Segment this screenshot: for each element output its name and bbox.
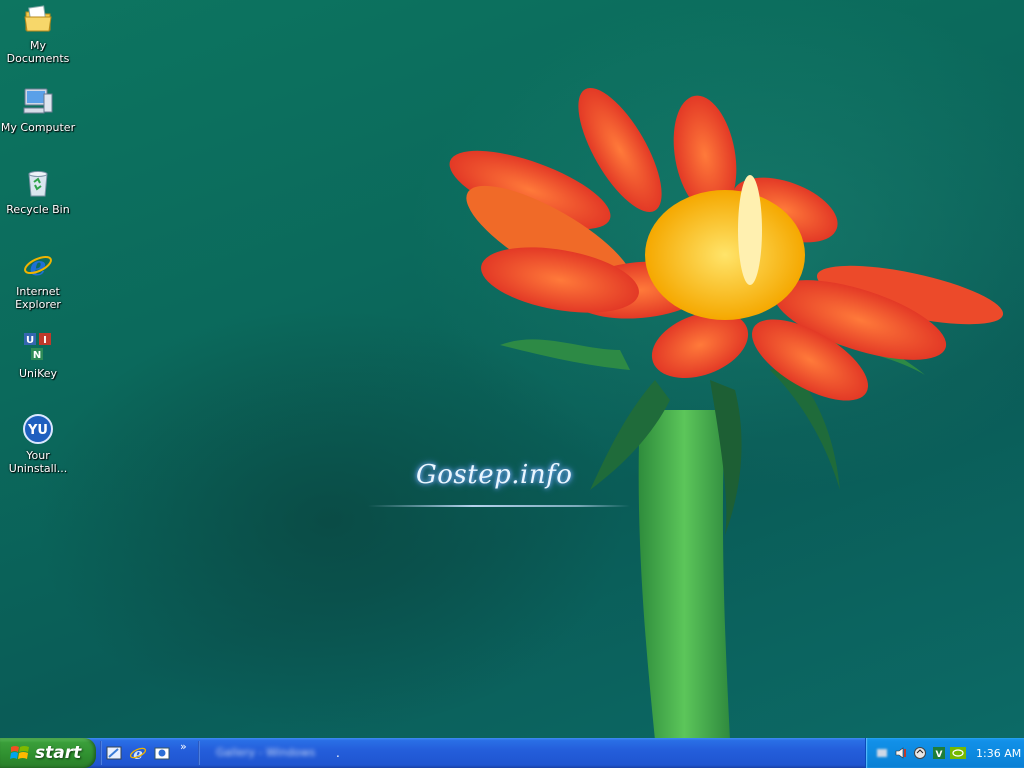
svg-text:e: e (133, 745, 143, 762)
system-tray: V 1:36 AM (865, 738, 1024, 768)
taskbar-separator (198, 741, 200, 765)
quick-launch-overflow-button[interactable]: » (180, 740, 187, 753)
desktop-icon-label: My Documents (6, 39, 70, 65)
desktop-icon-label: UniKey (18, 367, 58, 380)
my-computer-icon (21, 84, 55, 118)
wallpaper-flower-image (449, 87, 1004, 738)
your-uninstaller-icon: YU (21, 412, 55, 446)
desktop-icon-my-documents[interactable]: My Documents (0, 2, 76, 65)
wallpaper-watermark-text: Gostep.info (416, 460, 573, 490)
internet-explorer-icon[interactable]: e (128, 743, 148, 763)
desktop[interactable]: Gostep.info My Documents My Computer Rec… (0, 0, 1024, 738)
taskbar-separator (100, 741, 102, 765)
outlook-express-icon[interactable] (152, 743, 172, 763)
desktop-icon-label: Your Uninstall... (8, 449, 68, 475)
windows-logo-icon (10, 746, 29, 759)
system-clock[interactable]: 1:36 AM (976, 747, 1021, 760)
taskbar-window-button[interactable]: Gallery - Windows (206, 741, 336, 765)
desktop-icon-label: Internet Explorer (15, 285, 61, 311)
taskbar-dot: . (336, 746, 340, 760)
start-label: start (35, 743, 82, 763)
desktop-icon-my-computer[interactable]: My Computer (0, 84, 76, 134)
svg-text:V: V (936, 750, 943, 760)
desktop-icon-recycle-bin[interactable]: Recycle Bin (0, 166, 76, 216)
desktop-icon-unikey[interactable]: U I N UniKey (0, 330, 76, 380)
show-desktop-icon[interactable] (104, 743, 124, 763)
my-documents-icon (21, 2, 55, 36)
nvidia-icon[interactable] (950, 745, 966, 761)
unikey-icon: U I N (21, 330, 55, 364)
network-icon[interactable] (874, 745, 890, 761)
svg-text:N: N (33, 350, 41, 361)
start-button[interactable]: start (0, 738, 96, 768)
svg-text:U: U (26, 335, 34, 346)
recycle-bin-icon (21, 166, 55, 200)
antivirus-icon[interactable] (912, 745, 928, 761)
desktop-icon-internet-explorer[interactable]: e Internet Explorer (0, 248, 76, 311)
desktop-icon-label: Recycle Bin (6, 203, 70, 216)
desktop-icon-label: My Computer (0, 121, 76, 134)
watermark-underline (368, 505, 630, 507)
internet-explorer-icon: e (21, 248, 55, 282)
svg-text:YU: YU (27, 423, 48, 438)
svg-text:I: I (43, 335, 47, 346)
unikey-tray-icon[interactable]: V (931, 745, 947, 761)
taskbar: start e » Gallery - Windows . V 1:36 AM (0, 738, 1024, 768)
desktop-icon-your-uninstaller[interactable]: YU Your Uninstall... (0, 412, 76, 475)
quick-launch-toolbar: e (104, 743, 172, 763)
volume-icon[interactable] (893, 745, 909, 761)
